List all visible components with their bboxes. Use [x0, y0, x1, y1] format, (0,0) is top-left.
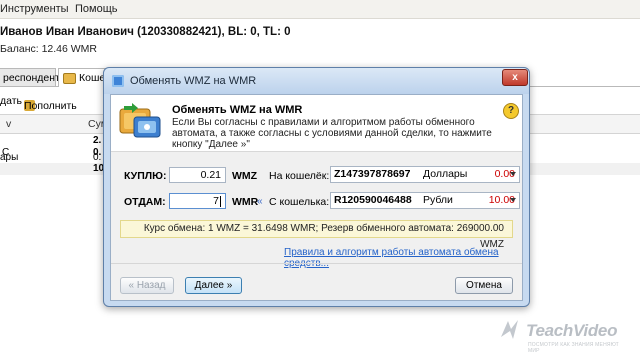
create-button[interactable]: дать: [0, 95, 22, 107]
rules-link[interactable]: Правила и алгоритм работы автомата обмен…: [284, 247, 522, 269]
arrow-left-icon: «: [257, 196, 263, 207]
give-purse-currency: Рубли: [423, 194, 453, 206]
column-header-name[interactable]: v: [6, 118, 11, 130]
app-icon: [112, 75, 124, 87]
buy-label: КУПЛЮ:: [124, 170, 167, 182]
exchange-rate-info: Курс обмена: 1 WMZ = 31.6498 WMR; Резерв…: [120, 220, 513, 250]
dialog-header-title: Обменять WMZ на WMR: [172, 104, 303, 116]
teachvideo-watermark: TeachVideo ПОСМОТРИ КАК ЗНАНИЯ МЕНЯЮТ МИ…: [498, 315, 628, 354]
buy-amount-input[interactable]: 0.21: [169, 167, 226, 183]
divider: [111, 263, 522, 264]
text-caret: [220, 195, 221, 207]
chevron-down-icon: [510, 172, 516, 176]
row-name: ары: [0, 152, 19, 163]
account-title: Иванов Иван Иванович (120330882421), BL:…: [0, 26, 291, 38]
dialog-body: Обменять WMZ на WMR Если Вы согласны с п…: [110, 94, 523, 301]
row-value: 0.: [93, 152, 102, 163]
dialog-header-text: Если Вы согласны с правилами и алгоритмо…: [172, 117, 492, 150]
give-label: ОТДАМ:: [124, 196, 166, 208]
close-button[interactable]: x: [502, 69, 528, 86]
give-purse-select[interactable]: R120590046488 Рубли 10.00: [330, 192, 520, 209]
next-button[interactable]: Далее »: [185, 277, 242, 294]
buy-purse-select[interactable]: Z147397878697 Доллары 0.00: [330, 166, 520, 183]
give-amount-input[interactable]: 7: [169, 193, 226, 209]
back-button[interactable]: « Назад: [120, 277, 174, 294]
dialog-header: Обменять WMZ на WMR Если Вы согласны с п…: [111, 95, 522, 152]
buy-purse-number: Z147397878697: [334, 168, 411, 180]
help-icon[interactable]: ?: [503, 103, 519, 119]
give-purse-label: С кошелька:: [269, 196, 330, 208]
exchange-dialog: Обменять WMZ на WMR x Обменять WMZ на WM…: [103, 67, 530, 307]
menu-tools[interactable]: Инструменты: [0, 3, 69, 15]
give-purse-number: R120590046488: [334, 194, 412, 206]
chevron-down-icon: [510, 198, 516, 202]
cancel-button[interactable]: Отмена: [455, 277, 513, 294]
watermark-name: TeachVideo: [526, 321, 618, 340]
buy-purse-currency: Доллары: [423, 168, 468, 180]
topup-label: Пополнить: [24, 100, 77, 112]
account-balance: Баланс: 12.46 WMR: [0, 43, 98, 55]
dialog-title: Обменять WMZ на WMR: [130, 75, 257, 87]
tab-correspondents[interactable]: респонденты: [0, 68, 67, 86]
dialog-titlebar[interactable]: Обменять WMZ на WMR x: [104, 68, 529, 94]
buy-currency: WMZ: [232, 170, 258, 182]
wallet-icon: [63, 72, 76, 84]
teachvideo-logo-icon: [501, 320, 518, 339]
menu-bar: Инструменты Помощь: [0, 0, 640, 19]
buy-purse-label: На кошелёк:: [269, 170, 330, 182]
menu-help[interactable]: Помощь: [75, 3, 118, 15]
give-currency: WMR: [232, 196, 259, 208]
exchange-wallet-icon: [119, 103, 161, 138]
give-amount-value: 7: [213, 195, 219, 207]
row-value: 2.: [93, 135, 102, 146]
watermark-tagline: ПОСМОТРИ КАК ЗНАНИЯ МЕНЯЮТ МИР: [528, 342, 619, 354]
